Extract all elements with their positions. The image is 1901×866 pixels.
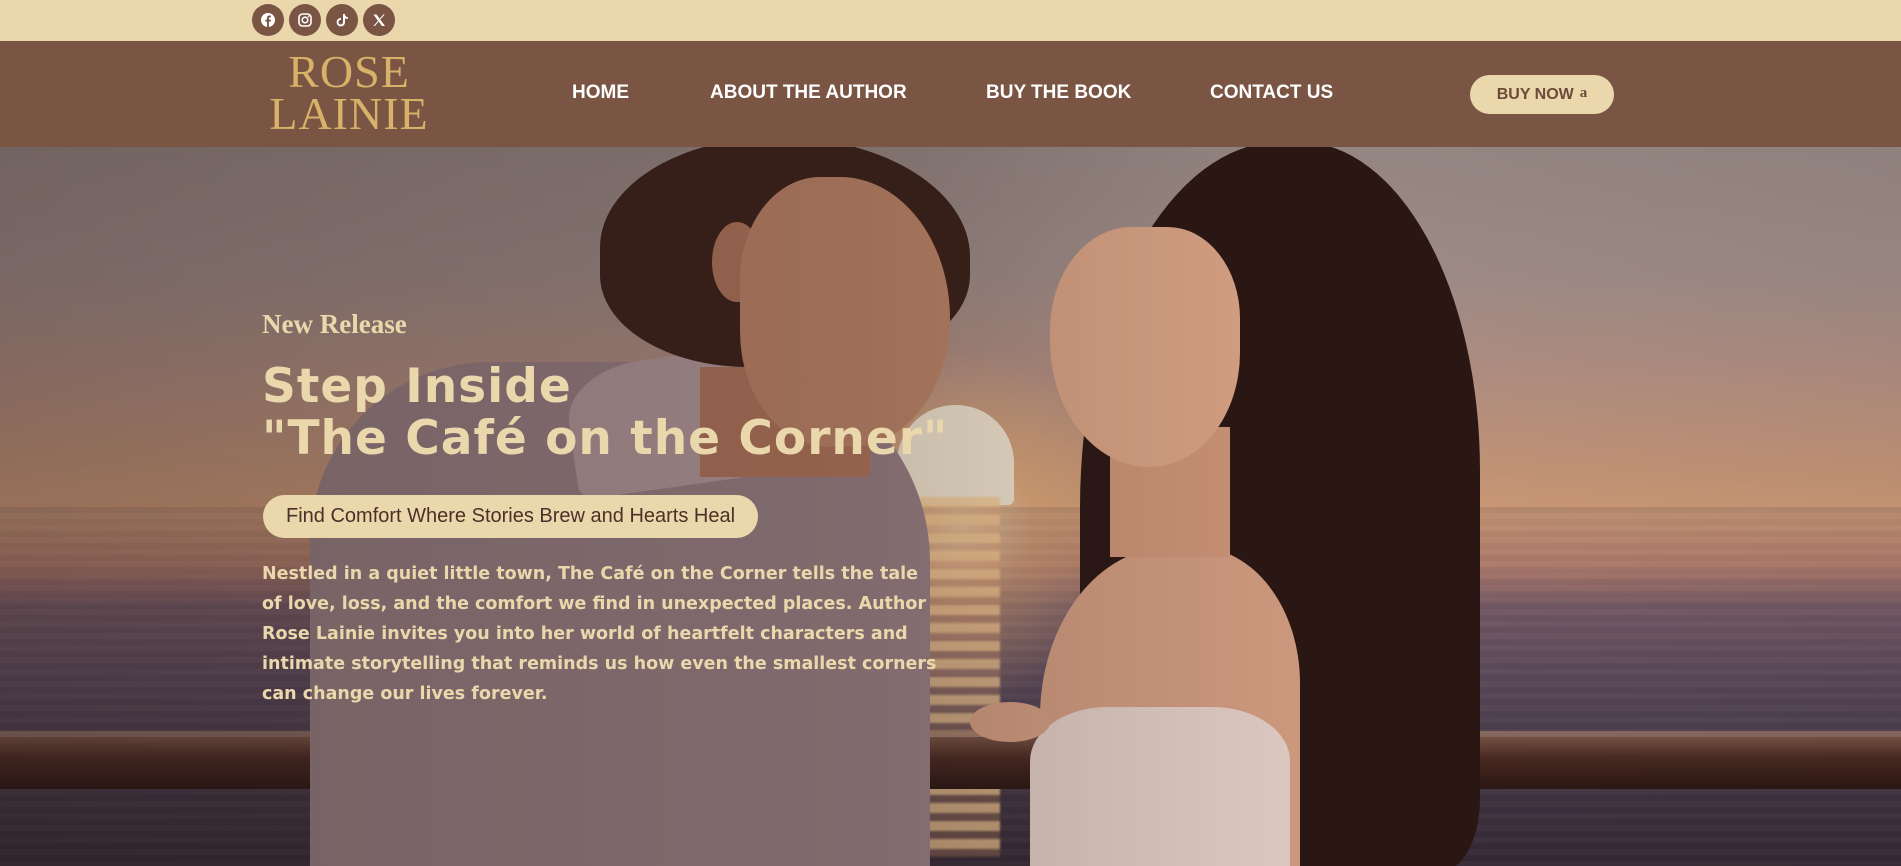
buy-now-button[interactable]: BUY NOW a — [1470, 75, 1614, 114]
amazon-icon: a — [1579, 85, 1588, 101]
nav-home[interactable]: HOME — [572, 82, 629, 104]
hero-headline-line-1: Step Inside — [262, 359, 572, 414]
hero-eyebrow: New Release — [262, 309, 407, 339]
nav-about-the-author[interactable]: ABOUT THE AUTHOR — [710, 82, 907, 104]
hero-headline: Step Inside "The Café on the Corner" — [262, 361, 948, 465]
site-header: ROSE LAINIE HOME ABOUT THE AUTHOR BUY TH… — [0, 41, 1901, 147]
logo-line-1: ROSE — [288, 46, 410, 97]
hero-body-copy: Nestled in a quiet little town, The Café… — [262, 564, 937, 704]
logo-line-2: LAINIE — [269, 88, 429, 139]
x-link[interactable] — [363, 4, 395, 36]
hero-section: New Release Step Inside "The Café on the… — [0, 147, 1901, 866]
x-icon — [373, 14, 385, 26]
facebook-link[interactable] — [252, 4, 284, 36]
nav-buy-the-book[interactable]: BUY THE BOOK — [986, 82, 1131, 104]
site-logo[interactable]: ROSE LAINIE — [264, 46, 434, 139]
instagram-icon — [298, 13, 312, 27]
hero-tagline: Find Comfort Where Stories Brew and Hear… — [263, 495, 759, 538]
nav-contact-us[interactable]: CONTACT US — [1210, 82, 1333, 104]
instagram-link[interactable] — [289, 4, 321, 36]
hero-headline-line-2: "The Café on the Corner" — [262, 411, 949, 466]
tiktok-icon — [336, 14, 348, 27]
social-links — [252, 4, 395, 36]
facebook-icon — [261, 13, 275, 27]
buy-now-label: BUY NOW — [1496, 85, 1574, 103]
social-bar — [0, 0, 1901, 41]
tiktok-link[interactable] — [326, 4, 358, 36]
